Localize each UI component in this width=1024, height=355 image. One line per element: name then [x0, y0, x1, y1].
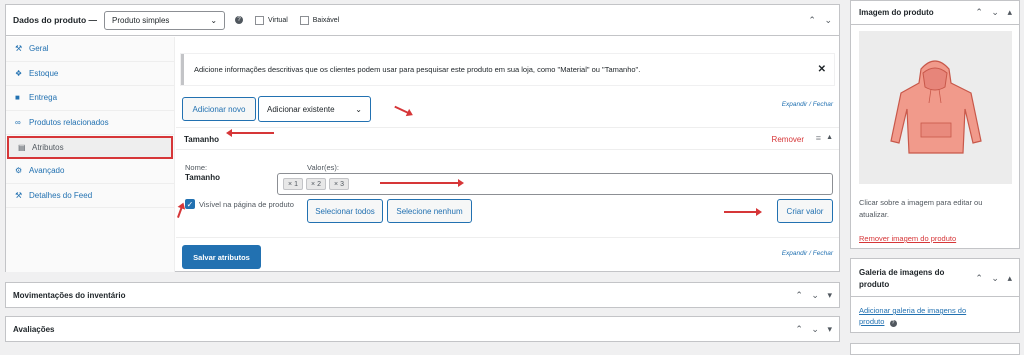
help-icon[interactable]: ? [889, 320, 897, 327]
gear-icon: ⚙ [15, 166, 23, 176]
inventory-icon: ❖ [15, 68, 23, 78]
attributes-footer [176, 237, 839, 238]
sidebar-item-atributos[interactable]: ▤ Atributos [7, 136, 173, 159]
notice-box: Adicione informações descritivas que os … [181, 54, 834, 85]
box-toggle-arrows[interactable]: ⌃ ⌄ ▴ [975, 273, 1015, 284]
name-label: Nome: [185, 163, 208, 172]
reviews-title: Avaliações [13, 325, 55, 334]
annotation-arrow [380, 179, 464, 187]
next-box-edge [850, 343, 1020, 355]
product-image-title: Imagem do produto [859, 8, 934, 17]
downloadable-label: Baixável [312, 16, 340, 24]
values-label: Valor(es): [307, 163, 339, 172]
product-type-value: Produto simples [112, 15, 170, 25]
annotation-arrow [724, 208, 762, 216]
annotation-arrow [226, 129, 274, 137]
downloadable-checkbox[interactable] [299, 15, 309, 25]
sidebar-item-produtos-relacionados[interactable]: ∞ Produtos relacionados [6, 111, 174, 135]
notice-text: Adicione informações descritivas que os … [194, 65, 641, 74]
sidebar-item-geral[interactable]: ⚒ Geral [6, 37, 174, 62]
inventory-title: Movimentações do inventário [13, 291, 126, 300]
product-type-select[interactable]: Produto simples ⌄ [104, 10, 226, 30]
create-value-button[interactable]: Criar valor [777, 199, 833, 223]
reviews-box[interactable]: Avaliações ⌃ ⌄ ▾ [5, 316, 840, 342]
sidebar-item-entrega[interactable]: ■ Entrega [6, 86, 174, 111]
image-help-text: Clicar sobre a imagem para editar ou atu… [859, 198, 983, 219]
add-existing-select[interactable]: Adicionar existente ⌄ [258, 96, 371, 122]
add-gallery-row: Adicionar galeria de imagens do produto … [859, 305, 989, 327]
add-new-button[interactable]: Adicionar novo [182, 97, 256, 121]
expand-close-link-bottom[interactable]: Expandir / Fechar [782, 250, 833, 257]
attribute-header: Tamanho Remover ≡ ▲ [176, 127, 839, 150]
link-icon: ∞ [15, 117, 21, 127]
box-toggle-arrows[interactable]: ⌃ ⌄ ▴ [975, 7, 1015, 18]
visible-label: Visível na página de produto [199, 200, 294, 209]
chevron-down-icon: ⌄ [355, 104, 362, 114]
values-input[interactable]: × 1 × 2 × 3 [277, 173, 833, 195]
help-icon[interactable]: ? [235, 16, 244, 24]
gallery-header: Galeria de imagens do produto ⌃ ⌄ ▴ [851, 259, 1019, 297]
truck-icon: ■ [15, 93, 20, 103]
sidebar-item-avancado[interactable]: ⚙ Avançado [6, 159, 174, 184]
inventory-box[interactable]: Movimentações do inventário ⌃ ⌄ ▾ [5, 282, 840, 308]
box-toggle-arrows[interactable]: ⌃ ⌄ ▾ [795, 324, 835, 335]
product-image-header: Imagem do produto ⌃ ⌄ ▴ [851, 1, 1019, 25]
value-chip[interactable]: × 1 [283, 178, 303, 190]
save-attributes-button[interactable]: Salvar atributos [182, 245, 261, 269]
table-icon: ▤ [18, 143, 26, 152]
add-gallery-link[interactable]: Adicionar galeria de imagens do produto [859, 306, 966, 326]
drag-handle-icon[interactable]: ≡ [816, 133, 821, 143]
panel-toggle-arrows[interactable]: ⌃ ⌄ [808, 15, 835, 26]
box-toggle-arrows[interactable]: ⌃ ⌄ ▾ [795, 290, 835, 301]
collapse-icon[interactable]: ▲ [826, 134, 833, 141]
product-image[interactable] [859, 31, 1012, 184]
wrench-icon: ⚒ [15, 44, 23, 54]
gallery-title: Galeria de imagens do produto [859, 268, 945, 289]
hoodie-image [890, 60, 982, 154]
product-image-box: Imagem do produto ⌃ ⌄ ▴ Clicar sobre a i… [850, 0, 1020, 249]
sidebar-item-estoque[interactable]: ❖ Estoque [6, 62, 174, 86]
close-icon[interactable]: ✕ [818, 64, 826, 75]
value-chip[interactable]: × 3 [329, 178, 349, 190]
virtual-label: Virtual [268, 16, 288, 24]
chevron-down-icon: ⌄ [210, 15, 218, 25]
wrench-icon: ⚒ [15, 190, 23, 200]
virtual-checkbox[interactable] [255, 15, 265, 25]
product-data-header: Dados do produto — Produto simples ⌄ ? V… [6, 5, 839, 36]
expand-close-link[interactable]: Expandir / Fechar [782, 101, 833, 108]
remove-image-link[interactable]: Remover imagem do produto [859, 234, 956, 243]
name-value: Tamanho [185, 173, 220, 182]
select-none-button[interactable]: Selecione nenhum [387, 199, 472, 223]
select-all-button[interactable]: Selecionar todos [307, 199, 383, 223]
gallery-box: Galeria de imagens do produto ⌃ ⌄ ▴ Adic… [850, 258, 1020, 333]
attributes-panel: Adicione informações descritivas que os … [176, 37, 839, 272]
remove-link[interactable]: Remover [772, 135, 804, 144]
value-chip[interactable]: × 2 [306, 178, 326, 190]
attribute-title: Tamanho [184, 135, 219, 144]
sidebar-item-detalhes-feed[interactable]: ⚒ Detalhes do Feed [6, 184, 174, 208]
add-existing-value: Adicionar existente [267, 104, 335, 114]
product-data-tabs: ⚒ Geral ❖ Estoque ■ Entrega ∞ Produtos relac… [6, 37, 175, 272]
product-data-panel: Dados do produto — Produto simples ⌄ ? V… [5, 4, 840, 272]
product-data-label: Dados do produto — [13, 15, 98, 25]
